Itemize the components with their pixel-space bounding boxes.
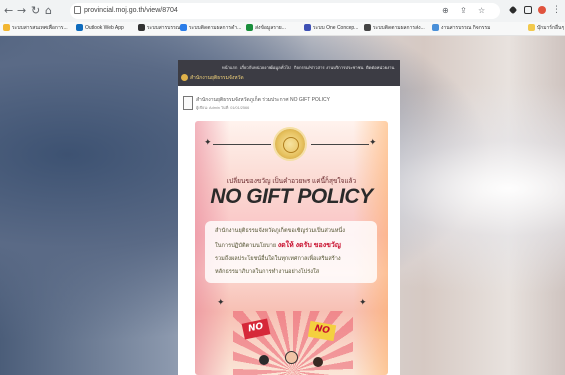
divider-right [311, 144, 369, 145]
bookmark-favicon-icon [432, 24, 439, 32]
bookmark-item[interactable]: ระบบติดตามผลการดำ... [180, 24, 241, 33]
bookmark-item[interactable]: งานสารบรรณ กิจกรรม [432, 24, 490, 33]
star-icon[interactable]: ☆ [478, 4, 485, 18]
ministry-seal-icon [275, 129, 305, 159]
forward-icon[interactable]: → [17, 4, 26, 18]
sidebar-icon[interactable] [524, 6, 532, 14]
protest-illustration: NO NO [233, 311, 353, 375]
article-meta: ผู้เขียน: Admin วันที่: 01/01/2566 [196, 106, 250, 110]
site-logo-text: สำนักงานยุติธรรมจังหวัด [190, 75, 244, 81]
document-icon [183, 96, 193, 110]
bookmark-label: บุ๊กมาร์กอื่นๆ [537, 25, 565, 31]
sparkle-icon: ✦ [359, 298, 367, 308]
profile-icon[interactable] [538, 6, 546, 14]
bookmark-item[interactable]: ส่งข้อมูลราย... [246, 24, 286, 33]
bookmark-label: งานสารบรรณ กิจกรรม [441, 25, 491, 31]
nav-services[interactable]: งานบริการประชาชน [326, 64, 363, 71]
poster-line: สำนักงานยุติธรรมจังหวัดภูเก็ตขอเชิญร่วมเ… [215, 228, 345, 234]
bookmark-favicon-icon [246, 24, 253, 32]
bookmark-favicon-icon [3, 24, 10, 32]
home-icon[interactable]: ⌂ [45, 4, 52, 18]
person-head-icon [285, 351, 298, 364]
burst-rays [233, 311, 353, 375]
outlook-icon [76, 24, 83, 32]
bookmark-label: ระบบสารบรรณ [147, 25, 181, 31]
bookmarks-bar: ระบบสารสนเทศเพื่อการ... Outlook Web App … [0, 22, 565, 36]
emblem-icon [181, 74, 188, 82]
poster-line: หลักธรรมาภิบาลในการทำงานอย่างโปร่งใส [215, 269, 320, 275]
bookmark-label: ส่งข้อมูลราย... [255, 25, 286, 31]
bookmark-favicon-icon [138, 24, 145, 32]
bookmark-favicon-icon [304, 24, 311, 32]
menu-icon[interactable]: ⋮ [552, 3, 561, 17]
person-head-icon [259, 355, 269, 365]
article-title: สำนักงานยุติธรรมจังหวัดภูเก็ต ร่วมประกาศ… [196, 97, 330, 103]
nav-info[interactable]: ข้อมูลทั่วไป [270, 64, 291, 71]
sparkle-icon: ✦ [204, 138, 212, 148]
folder-icon [528, 24, 535, 32]
sparkle-icon: ✦ [217, 298, 225, 308]
bookmark-item[interactable]: ระบบสารสนเทศเพื่อการ... [3, 24, 68, 33]
nav-home[interactable]: หน้าแรก [222, 64, 237, 71]
reload-icon[interactable]: ↻ [31, 4, 40, 18]
bookmark-label: ระบบสารสนเทศเพื่อการ... [12, 25, 68, 31]
sparkle-icon: ✦ [369, 138, 377, 148]
bookmark-item[interactable]: ระบบ One Concep... [304, 24, 358, 33]
site-logo[interactable]: สำนักงานยุติธรรมจังหวัด [181, 74, 244, 82]
bookmark-favicon-icon [364, 24, 371, 32]
bookmark-label: ระบบติดตามผลการส่ง... [373, 25, 425, 31]
nav-about[interactable]: เกี่ยวกับหน่วยงาน [240, 64, 272, 71]
nav-contact[interactable]: ติดต่อหน่วยงาน [366, 64, 394, 71]
bookmark-label: Outlook Web App [85, 25, 124, 31]
bookmark-label: ระบบติดตามผลการดำ... [189, 25, 242, 31]
poster-line: รวมถึงผลประโยชน์อื่นใดในทุกเทศกาลเพื่อเส… [215, 256, 341, 262]
share-icon[interactable]: ⇪ [460, 4, 467, 18]
site-header: สำนักงานยุติธรรมจังหวัด หน้าแรก เกี่ยวกั… [178, 60, 400, 86]
poster-text-box: สำนักงานยุติธรรมจังหวัดภูเก็ตขอเชิญร่วมเ… [205, 221, 377, 283]
poster-headline: NO GIFT POLICY [210, 185, 373, 208]
bookmark-item[interactable]: ระบบติดตามผลการส่ง... [364, 24, 425, 33]
bookmark-item[interactable]: ระบบสารบรรณ [138, 24, 180, 33]
extensions-icon[interactable] [508, 5, 518, 15]
poster-line-text: ในการปฏิบัติตามนโยบาย [215, 243, 277, 249]
address-bar[interactable]: provincial.moj.go.th/view/8704 ⊕ ⇪ ☆ [70, 3, 500, 19]
person-head-icon [313, 357, 323, 367]
poster-highlight: งดให้ งดรับ ของขวัญ [277, 242, 341, 249]
nav-news[interactable]: กิจกรรม/ข่าวสาร [294, 64, 325, 71]
no-gift-policy-poster: ✦ ✦ เปลี่ยนของขวัญ เป็นคำอวยพร แค่นี้ก็ส… [195, 121, 388, 375]
bookmark-item[interactable]: Outlook Web App [76, 24, 124, 33]
url-text: provincial.moj.go.th/view/8704 [84, 7, 178, 14]
poster-line: ในการปฏิบัติตามนโยบาย งดให้ งดรับ ของขวั… [215, 240, 341, 251]
zoom-icon[interactable]: ⊕ [442, 4, 449, 18]
back-icon[interactable]: ← [4, 4, 13, 18]
browser-toolbar: ← → ↻ ⌂ provincial.moj.go.th/view/8704 ⊕… [0, 0, 565, 23]
other-bookmarks[interactable]: บุ๊กมาร์กอื่นๆ [528, 24, 564, 33]
divider-left [213, 144, 271, 145]
bookmark-label: ระบบ One Concep... [313, 25, 359, 31]
bookmark-favicon-icon [180, 24, 187, 32]
lock-icon [74, 6, 81, 14]
